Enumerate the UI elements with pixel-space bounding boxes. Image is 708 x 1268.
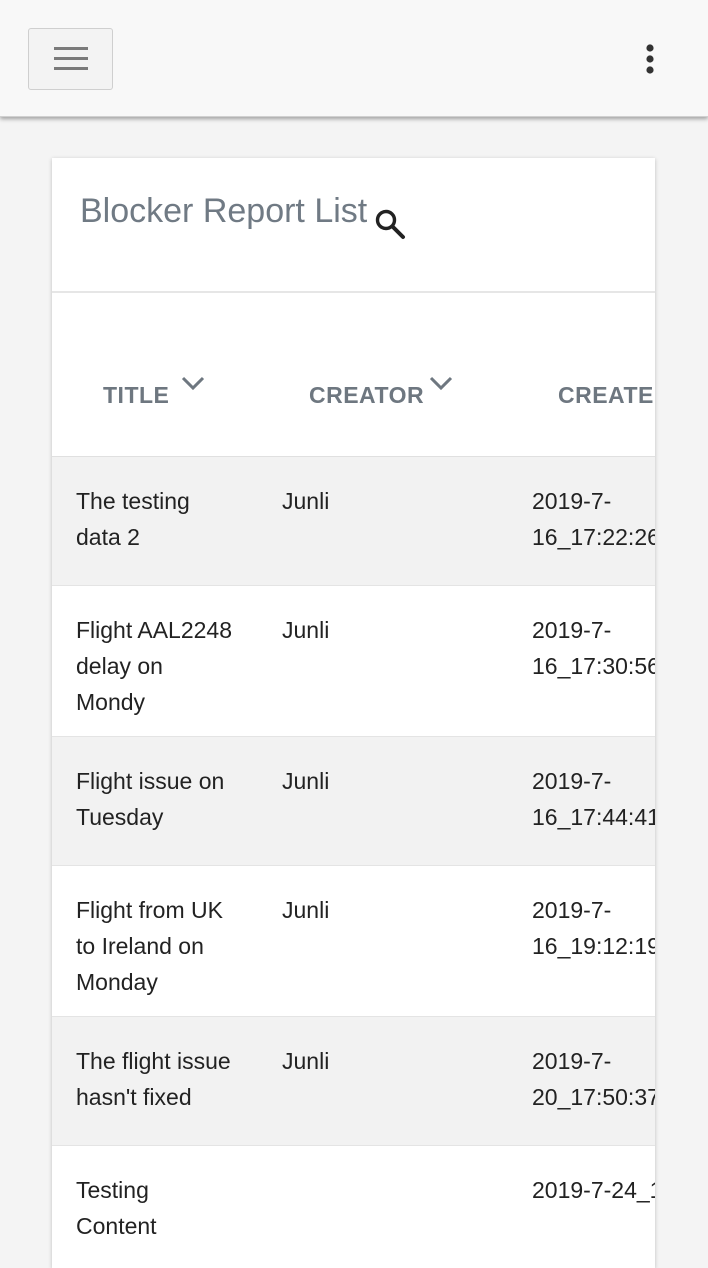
cell-creator: Junli <box>282 763 482 799</box>
cell-creator: Junli <box>282 483 482 519</box>
cell-title-line: Flight issue on <box>76 768 225 794</box>
column-header-label: CREATED <box>558 382 655 408</box>
cell-created: 2019-7- 16_19:12:19 <box>532 892 655 964</box>
cell-created-line: 16_17:22:26 <box>532 524 655 550</box>
cell-creator-line: Junli <box>282 897 330 923</box>
cell-title-line: data 2 <box>76 524 140 550</box>
cell-created-line: 2019-7-24_1 <box>532 1177 655 1203</box>
cell-created: 2019-7- 16_17:30:56 <box>532 612 655 684</box>
cell-created: 2019-7- 16_17:22:26 <box>532 483 655 555</box>
cell-created-line: 16_17:30:56 <box>532 653 655 679</box>
cell-created-line: 16_17:44:41 <box>532 804 655 830</box>
chevron-down-icon[interactable] <box>428 374 454 394</box>
table-row[interactable]: Flight issue on Tuesday Junli 2019-7- 16_17:… <box>52 737 655 866</box>
cell-title-line: delay on <box>76 653 163 679</box>
table-row[interactable]: Flight AAL2248 delay on Mondy Junli 2019-7- 1… <box>52 586 655 737</box>
column-header-label: TITLE <box>103 382 170 408</box>
cell-creator-line: Junli <box>282 488 330 514</box>
card-header: Blocker Report List <box>52 158 655 293</box>
cell-created: 2019-7- 16_17:44:41 <box>532 763 655 835</box>
cell-creator: Junli <box>282 892 482 928</box>
cell-title-line: The flight issue <box>76 1048 231 1074</box>
cell-title: Flight from UK to Ireland on Monday <box>76 892 256 1000</box>
more-options-button[interactable] <box>632 38 668 80</box>
chevron-down-icon[interactable] <box>180 374 206 394</box>
cell-created: 2019-7- 20_17:50:37 <box>532 1043 655 1115</box>
cell-creator-line: Junli <box>282 617 330 643</box>
menu-button[interactable] <box>28 28 113 90</box>
cell-title-line: Mondy <box>76 689 146 715</box>
cell-creator: Junli <box>282 1043 482 1079</box>
search-button[interactable] <box>370 204 410 244</box>
column-header-label: CREATOR <box>309 382 425 408</box>
cell-title-line: The testing <box>76 488 190 514</box>
cell-title-line: Testing <box>76 1177 149 1203</box>
cell-creator-line: Junli <box>282 1048 330 1074</box>
table-row[interactable]: The testing data 2 Junli 2019-7- 16_17:22:26 <box>52 457 655 586</box>
hamburger-menu-icon <box>53 47 88 70</box>
cell-creator: Junli <box>282 612 482 648</box>
cell-title: Testing Content <box>76 1172 256 1244</box>
report-list-card: Blocker Report List TITLE CREATOR CREATE… <box>52 158 655 1268</box>
cell-title-line: Flight from UK <box>76 897 223 923</box>
table-row[interactable]: Flight from UK to Ireland on Monday Junli 20… <box>52 866 655 1017</box>
cell-created-line: 2019-7- <box>532 768 612 794</box>
cell-title-line: Tuesday <box>76 804 164 830</box>
page-title: Blocker Report List <box>80 192 368 230</box>
cell-created-line: 20_17:50:37 <box>532 1084 655 1110</box>
cell-created-line: 2019-7- <box>532 897 612 923</box>
cell-title-line: hasn't fixed <box>76 1084 192 1110</box>
cell-created-line: 2019-7- <box>532 617 612 643</box>
cell-title: Flight AAL2248 delay on Mondy <box>76 612 256 720</box>
cell-title: The flight issue hasn't fixed <box>76 1043 256 1115</box>
cell-creator-line: Junli <box>282 768 330 794</box>
cell-title: The testing data 2 <box>76 483 256 555</box>
cell-title: Flight issue on Tuesday <box>76 763 256 835</box>
top-app-bar <box>0 0 708 117</box>
table-header <box>52 293 655 457</box>
table-row[interactable]: Testing Content 2019-7-24_1 <box>52 1146 655 1268</box>
cell-title-line: Flight AAL2248 <box>76 617 233 643</box>
cell-title-line: to Ireland on <box>76 933 204 959</box>
cell-title-line: Monday <box>76 969 158 995</box>
cell-created-line: 16_19:12:19 <box>532 933 655 959</box>
search-icon <box>375 209 405 239</box>
table-row[interactable]: The flight issue hasn't fixed Junli 2019-7-… <box>52 1017 655 1146</box>
cell-title-line: Content <box>76 1213 157 1239</box>
cell-created-line: 2019-7- <box>532 1048 612 1074</box>
cell-created-line: 2019-7- <box>532 488 612 514</box>
cell-created: 2019-7-24_1 <box>532 1172 655 1208</box>
more-vertical-icon <box>646 44 654 74</box>
